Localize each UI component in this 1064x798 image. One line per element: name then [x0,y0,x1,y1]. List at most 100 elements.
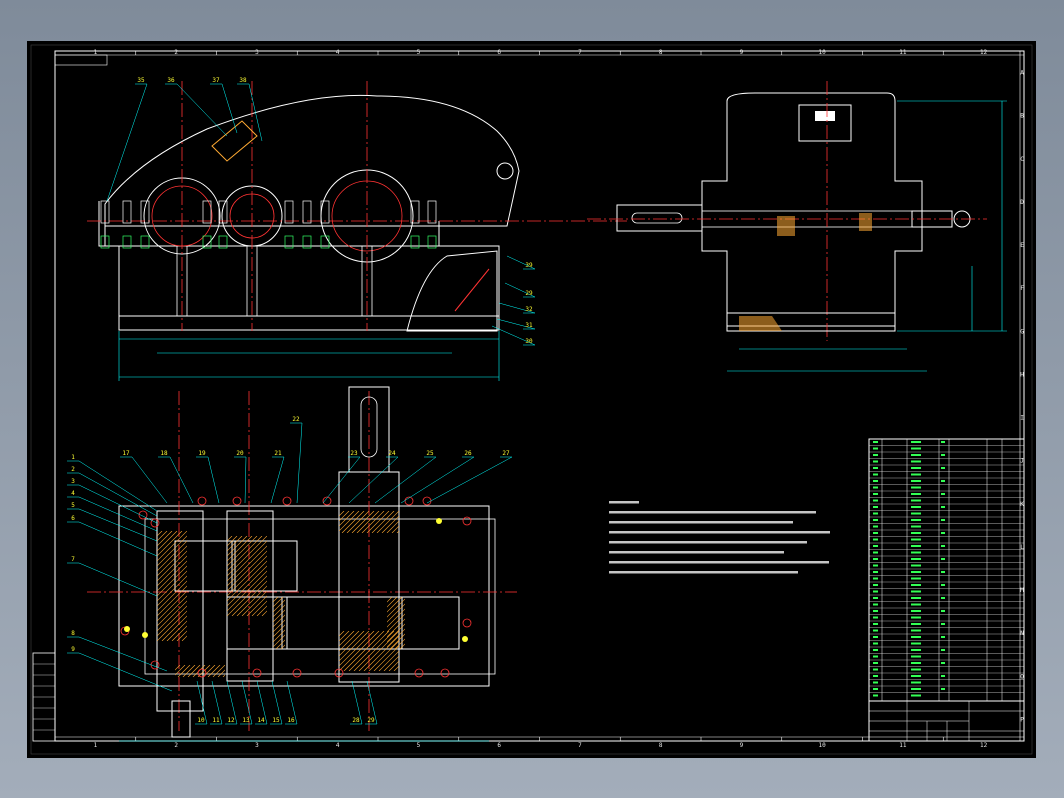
bearing-section-hatch-2 [859,213,872,231]
drawing-border [54,50,1025,742]
bolt-hole [440,668,450,678]
zone-column-number: 1 [94,742,98,749]
bolt-hole [462,618,472,628]
bolt-hole [462,516,472,526]
inspection-cover [211,120,258,162]
zone-row-letter: D [1020,199,1024,206]
zone-column-number: 5 [417,742,421,749]
zone-column-number: 3 [255,49,259,56]
part-callout-number: 30 [525,338,533,345]
note-line [609,521,793,524]
base-section-hatch [739,316,782,331]
keyway [631,212,683,224]
part-callout-number: 36 [167,77,175,84]
housing-base [118,245,500,317]
part-callout-number: 29 [525,290,533,297]
dowel-pin [124,626,130,632]
zone-column-number: 8 [659,742,663,749]
note-line [609,511,816,514]
title-block [868,700,1025,742]
note-line [609,571,798,574]
bolt [427,200,437,224]
zone-column-number: 7 [578,49,582,56]
parts-list-frame [868,438,1025,702]
part-callout-number: 10 [197,717,205,724]
zone-row-letter: B [1020,113,1024,120]
part-callout-number: 21 [274,450,282,457]
note-line [609,561,829,564]
bolt-hole [422,496,432,506]
bolt [140,200,150,224]
part-callout-number: 19 [198,450,206,457]
zone-markers: 112233445566778899101011111212ABCDEFGHIJ… [94,49,1025,749]
zone-column-number: 5 [417,49,421,56]
zone-column-number: 11 [899,742,907,749]
bolt-hole [252,668,262,678]
parts-list [868,438,1025,702]
revision-block [32,652,56,742]
housing-cover-outline [104,94,520,246]
part-callout-number: 8 [71,630,75,637]
part-callout-number: 35 [137,77,145,84]
bolt [410,200,420,224]
part-callout-number: 4 [71,490,75,497]
zone-row-letter: E [1020,242,1024,249]
bolt-hole [150,518,160,528]
zone-column-number: 11 [899,49,907,56]
zone-column-number: 10 [819,49,827,56]
part-callout-number: 22 [292,416,300,423]
part-callout-number: 24 [388,450,396,457]
oil-gauge [454,268,490,312]
zone-row-letter: H [1020,371,1024,378]
plan-view-callouts: 12345678917 18 19 20 212223 24 25 26 2710 11 12 13 1… [67,416,513,725]
part-callout-number: 29 [367,717,375,724]
drawing-canvas[interactable]: 1 1 2 2 3 3 4 4 5 5 6 6 7 7 8 8 9 9 10 10 11 11 12 12 A B C D E F G H I J… [27,41,1036,758]
gear-3 [226,596,288,650]
zone-column-number: 9 [740,49,744,56]
part-callout-number: 16 [287,717,295,724]
zone-column-number: 2 [174,742,178,749]
plan-housing-outline [118,505,490,687]
zone-column-number: 1 [94,49,98,56]
zone-column-number: 12 [980,742,988,749]
side-housing-outline [701,92,923,327]
part-callout-number: 9 [71,646,75,653]
part-callout-number: 28 [352,717,360,724]
bolt-hole [292,668,302,678]
plan-input-shaft [171,700,191,738]
bolt [284,200,294,224]
bearing-section-hatch [777,216,795,236]
zone-column-number: 4 [336,49,340,56]
part-callout-number: 20 [236,450,244,457]
bolt-hole [150,660,160,670]
dowel-pin [436,518,442,524]
zone-column-number: 7 [578,742,582,749]
part-callout-number: 39 [525,262,533,269]
top-left-box [54,54,108,66]
bolt [122,200,132,224]
zone-column-number: 6 [497,49,501,56]
cad-viewport[interactable]: 1 1 2 2 3 3 4 4 5 5 6 6 7 7 8 8 9 9 10 10 11 11 12 12 A B C D E F G H I J… [0,0,1064,798]
part-callout-number: 13 [242,717,250,724]
technical-requirements-notes [609,501,830,574]
part-callout-number: 27 [502,450,510,457]
part-callout-number: 25 [426,450,434,457]
part-callout-number: 14 [257,717,265,724]
part-callout-number: 1 [71,454,75,461]
input-shaft [616,204,703,232]
note-line [609,501,639,504]
zone-column-number: 3 [255,742,259,749]
part-callout-number: 23 [350,450,358,457]
zone-column-number: 6 [497,742,501,749]
part-callout-number: 18 [160,450,168,457]
part-callout-number: 7 [71,556,75,563]
bolt [302,200,312,224]
zone-row-letter: C [1020,156,1024,163]
zone-column-number: 2 [174,49,178,56]
base-plate [118,315,500,331]
bolt-hole [232,496,242,506]
bolt-hole [197,496,207,506]
part-callout-number: 15 [272,717,280,724]
part-callout-number: 32 [525,306,533,313]
note-line [609,541,807,544]
